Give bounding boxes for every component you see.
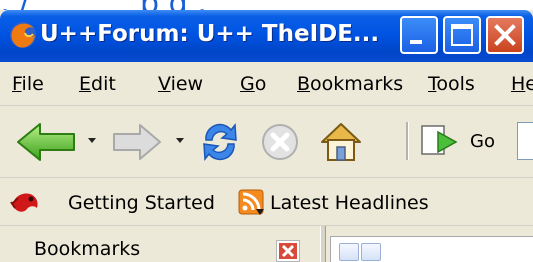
back-dropdown-icon[interactable] <box>88 138 96 143</box>
menu-bookmarks[interactable]: Bookmarks <box>297 73 403 95</box>
menu-help[interactable]: He <box>511 73 533 95</box>
maximize-icon <box>451 24 473 46</box>
minimize-icon <box>410 40 422 44</box>
menu-bar: File Edit View Go Bookmarks Tools He <box>0 62 533 106</box>
sidebar-splitter[interactable] <box>320 226 326 262</box>
browser-window: U++Forum: U++ TheIDE... File Edit View G… <box>0 10 533 262</box>
bookmarks-toolbar: Getting Started Latest Headlines <box>0 178 533 226</box>
menu-file[interactable]: File <box>12 73 44 95</box>
go-icon[interactable] <box>418 120 462 164</box>
forward-icon[interactable] <box>110 120 164 164</box>
sidebar-title: Bookmarks <box>34 238 141 260</box>
firefox-icon <box>10 193 38 212</box>
lower-area: Bookmarks <box>0 226 533 262</box>
content-tab-area <box>330 236 533 262</box>
menu-edit[interactable]: Edit <box>79 73 116 95</box>
menu-view[interactable]: View <box>158 73 203 95</box>
url-bar[interactable] <box>517 122 533 160</box>
window-title: U++Forum: U++ TheIDE... <box>40 21 380 47</box>
reload-icon[interactable] <box>198 120 242 164</box>
background-link: p g , <box>140 0 207 10</box>
minimize-button[interactable] <box>400 16 438 54</box>
home-icon[interactable] <box>318 120 364 164</box>
close-button[interactable] <box>486 16 524 54</box>
bookmark-getting-started[interactable]: Getting Started <box>68 192 215 214</box>
close-icon <box>494 24 516 46</box>
go-label[interactable]: Go <box>470 131 495 152</box>
tab-scroll-button[interactable] <box>339 243 359 261</box>
menu-tools[interactable]: Tools <box>428 73 475 95</box>
background-text: , / <box>0 0 29 10</box>
tab-scroll-button[interactable] <box>361 243 381 261</box>
back-icon[interactable] <box>14 120 78 164</box>
firefox-app-icon[interactable] <box>8 20 38 50</box>
bookmark-latest-headlines[interactable]: Latest Headlines <box>270 192 429 214</box>
close-icon <box>279 243 297 259</box>
menu-go[interactable]: Go <box>240 73 266 95</box>
title-bar[interactable]: U++Forum: U++ TheIDE... <box>0 10 533 62</box>
maximize-button[interactable] <box>443 16 481 54</box>
toolbar-separator <box>406 122 409 160</box>
forward-dropdown-icon[interactable] <box>176 138 184 143</box>
background-page-strip: , / p g , <box>0 0 533 10</box>
rss-icon <box>238 189 264 215</box>
navigation-toolbar: Go <box>0 106 533 178</box>
stop-icon[interactable] <box>258 120 302 164</box>
sidebar-close-button[interactable] <box>276 240 300 262</box>
sidebar-header: Bookmarks <box>0 226 320 262</box>
